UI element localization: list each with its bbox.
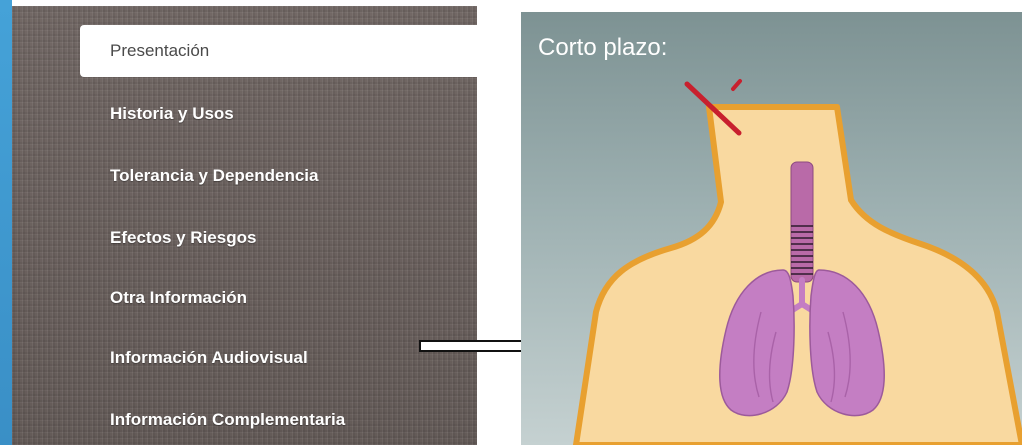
sidebar-item-label: Efectos y Riesgos xyxy=(110,228,257,247)
illustration-title: Corto plazo: xyxy=(538,34,668,61)
sidebar-nav: Presentación Historia y Usos Tolerancia … xyxy=(12,6,480,446)
left-accent-stripe xyxy=(0,0,12,445)
sidebar-item-historia-y-usos[interactable]: Historia y Usos xyxy=(80,88,480,140)
human-torso-lungs-image xyxy=(573,79,1022,445)
sidebar-item-label: Otra Información xyxy=(110,288,247,307)
sidebar-item-tolerancia-y-dependencia[interactable]: Tolerancia y Dependencia xyxy=(80,150,480,202)
sidebar-item-label: Información Complementaria xyxy=(110,410,346,429)
sidebar-item-label: Historia y Usos xyxy=(110,104,234,123)
sidebar-item-efectos-y-riesgos[interactable]: Efectos y Riesgos xyxy=(80,212,480,264)
respiratory-illustration: Corto plazo: xyxy=(521,12,1022,445)
sidebar-item-otra-informacion[interactable]: Otra Información xyxy=(80,272,480,324)
sidebar-item-label: Tolerancia y Dependencia xyxy=(110,166,319,185)
sidebar-item-label: Presentación xyxy=(110,41,210,60)
sidebar-item-label: Información Audiovisual xyxy=(110,348,308,367)
sidebar-item-presentacion[interactable]: Presentación xyxy=(80,25,480,77)
sidebar-item-informacion-complementaria[interactable]: Información Complementaria xyxy=(80,394,480,446)
